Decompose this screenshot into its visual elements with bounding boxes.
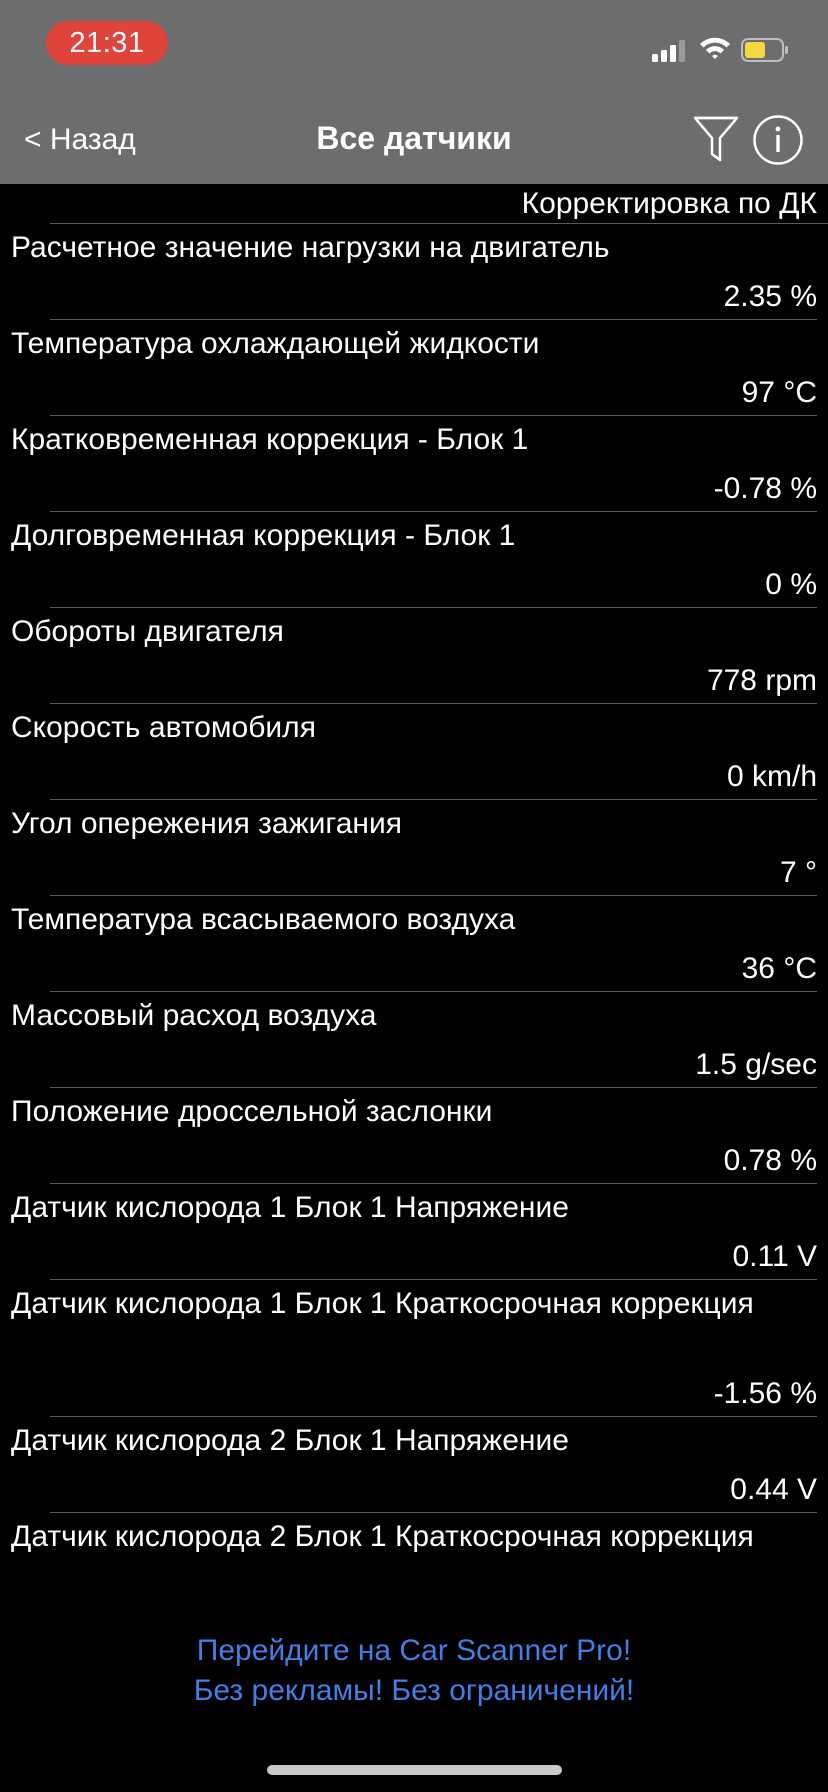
- wifi-icon: [700, 37, 730, 59]
- sensor-list[interactable]: Корректировка по ДК Расчетное значение н…: [0, 184, 828, 1626]
- sensor-row[interactable]: Положение дроссельной заслонки 0.78 %: [0, 1088, 828, 1184]
- section-header: Корректировка по ДК: [50, 184, 828, 224]
- sensor-name: Массовый расход воздуха: [11, 999, 377, 1032]
- cellular-signal-icon: [652, 38, 688, 62]
- sensor-row[interactable]: Датчик кислорода 1 Блок 1 Краткосрочная …: [0, 1280, 828, 1417]
- sensor-row[interactable]: Долговременная коррекция - Блок 1 0 %: [0, 512, 828, 608]
- sensor-value: 0.44 V: [730, 1473, 817, 1506]
- sensor-name: Скорость автомобиля: [11, 711, 316, 744]
- sensor-row[interactable]: Расчетное значение нагрузки на двигатель…: [0, 224, 828, 320]
- info-icon[interactable]: [752, 114, 804, 166]
- sensor-value: 778 rpm: [706, 664, 817, 697]
- sensor-value: 0.11 V: [732, 1240, 817, 1273]
- sensor-value: 0 km/h: [726, 760, 817, 793]
- sensor-value: -0.78 %: [713, 472, 817, 505]
- sensor-name: Датчик кислорода 1 Блок 1 Краткосрочная …: [11, 1287, 754, 1320]
- sensor-value: 0 %: [765, 568, 817, 601]
- status-time: 21:31: [46, 21, 168, 65]
- top-bar: 21:31 < Назад Все датчики: [0, 0, 828, 184]
- sensor-row[interactable]: Кратковременная коррекция - Блок 1 -0.78…: [0, 416, 828, 512]
- sensor-name: Угол опережения зажигания: [11, 807, 402, 840]
- sensor-name: Обороты двигателя: [11, 615, 284, 648]
- sensor-name: Температура всасываемого воздуха: [11, 903, 516, 936]
- sensor-row[interactable]: Датчик кислорода 1 Блок 1 Напряжение 0.1…: [0, 1184, 828, 1280]
- sensor-name: Датчик кислорода 1 Блок 1 Напряжение: [11, 1191, 569, 1224]
- sensor-name: Расчетное значение нагрузки на двигатель: [11, 231, 610, 264]
- sensor-name: Датчик кислорода 2 Блок 1 Краткосрочная …: [11, 1520, 754, 1553]
- sensor-row[interactable]: Датчик кислорода 2 Блок 1 Напряжение 0.4…: [0, 1417, 828, 1513]
- sensor-row[interactable]: Датчик кислорода 2 Блок 1 Краткосрочная …: [0, 1513, 828, 1626]
- promo-link-upgrade[interactable]: Перейдите на Car Scanner Pro!: [0, 1631, 828, 1671]
- sensor-name: Долговременная коррекция - Блок 1: [11, 519, 516, 552]
- sensor-name: Датчик кислорода 2 Блок 1 Напряжение: [11, 1424, 569, 1457]
- sensor-row[interactable]: Угол опережения зажигания 7 °: [0, 800, 828, 896]
- promo-banner[interactable]: Перейдите на Car Scanner Pro! Без реклам…: [0, 1626, 828, 1711]
- sensor-name: Температура охлаждающей жидкости: [11, 327, 540, 360]
- promo-link-no-ads[interactable]: Без рекламы! Без ограничений!: [0, 1671, 828, 1711]
- sensor-value: 97 °C: [741, 376, 817, 409]
- page-title: Все датчики: [316, 120, 512, 156]
- sensor-row[interactable]: Температура всасываемого воздуха 36 °C: [0, 896, 828, 992]
- sensor-row[interactable]: Температура охлаждающей жидкости 97 °C: [0, 320, 828, 416]
- sensor-name: Кратковременная коррекция - Блок 1: [11, 423, 529, 456]
- sensor-value: 2.35 %: [723, 280, 817, 313]
- sensor-value: 36 °C: [741, 952, 817, 985]
- sensor-value: 0.78 %: [723, 1144, 817, 1177]
- battery-icon: [741, 38, 788, 62]
- filter-funnel-icon[interactable]: [692, 114, 740, 166]
- sensor-row[interactable]: Обороты двигателя 778 rpm: [0, 608, 828, 704]
- home-indicator[interactable]: [267, 1765, 562, 1775]
- back-button[interactable]: < Назад: [24, 120, 136, 160]
- sensor-value: 7 °: [779, 856, 817, 889]
- sensor-name: Положение дроссельной заслонки: [11, 1095, 493, 1128]
- sensor-row[interactable]: Скорость автомобиля 0 km/h: [0, 704, 828, 800]
- sensor-row[interactable]: Массовый расход воздуха 1.5 g/sec: [0, 992, 828, 1088]
- sensor-value: 1.5 g/sec: [695, 1048, 817, 1081]
- sensor-value: -1.56 %: [713, 1377, 817, 1410]
